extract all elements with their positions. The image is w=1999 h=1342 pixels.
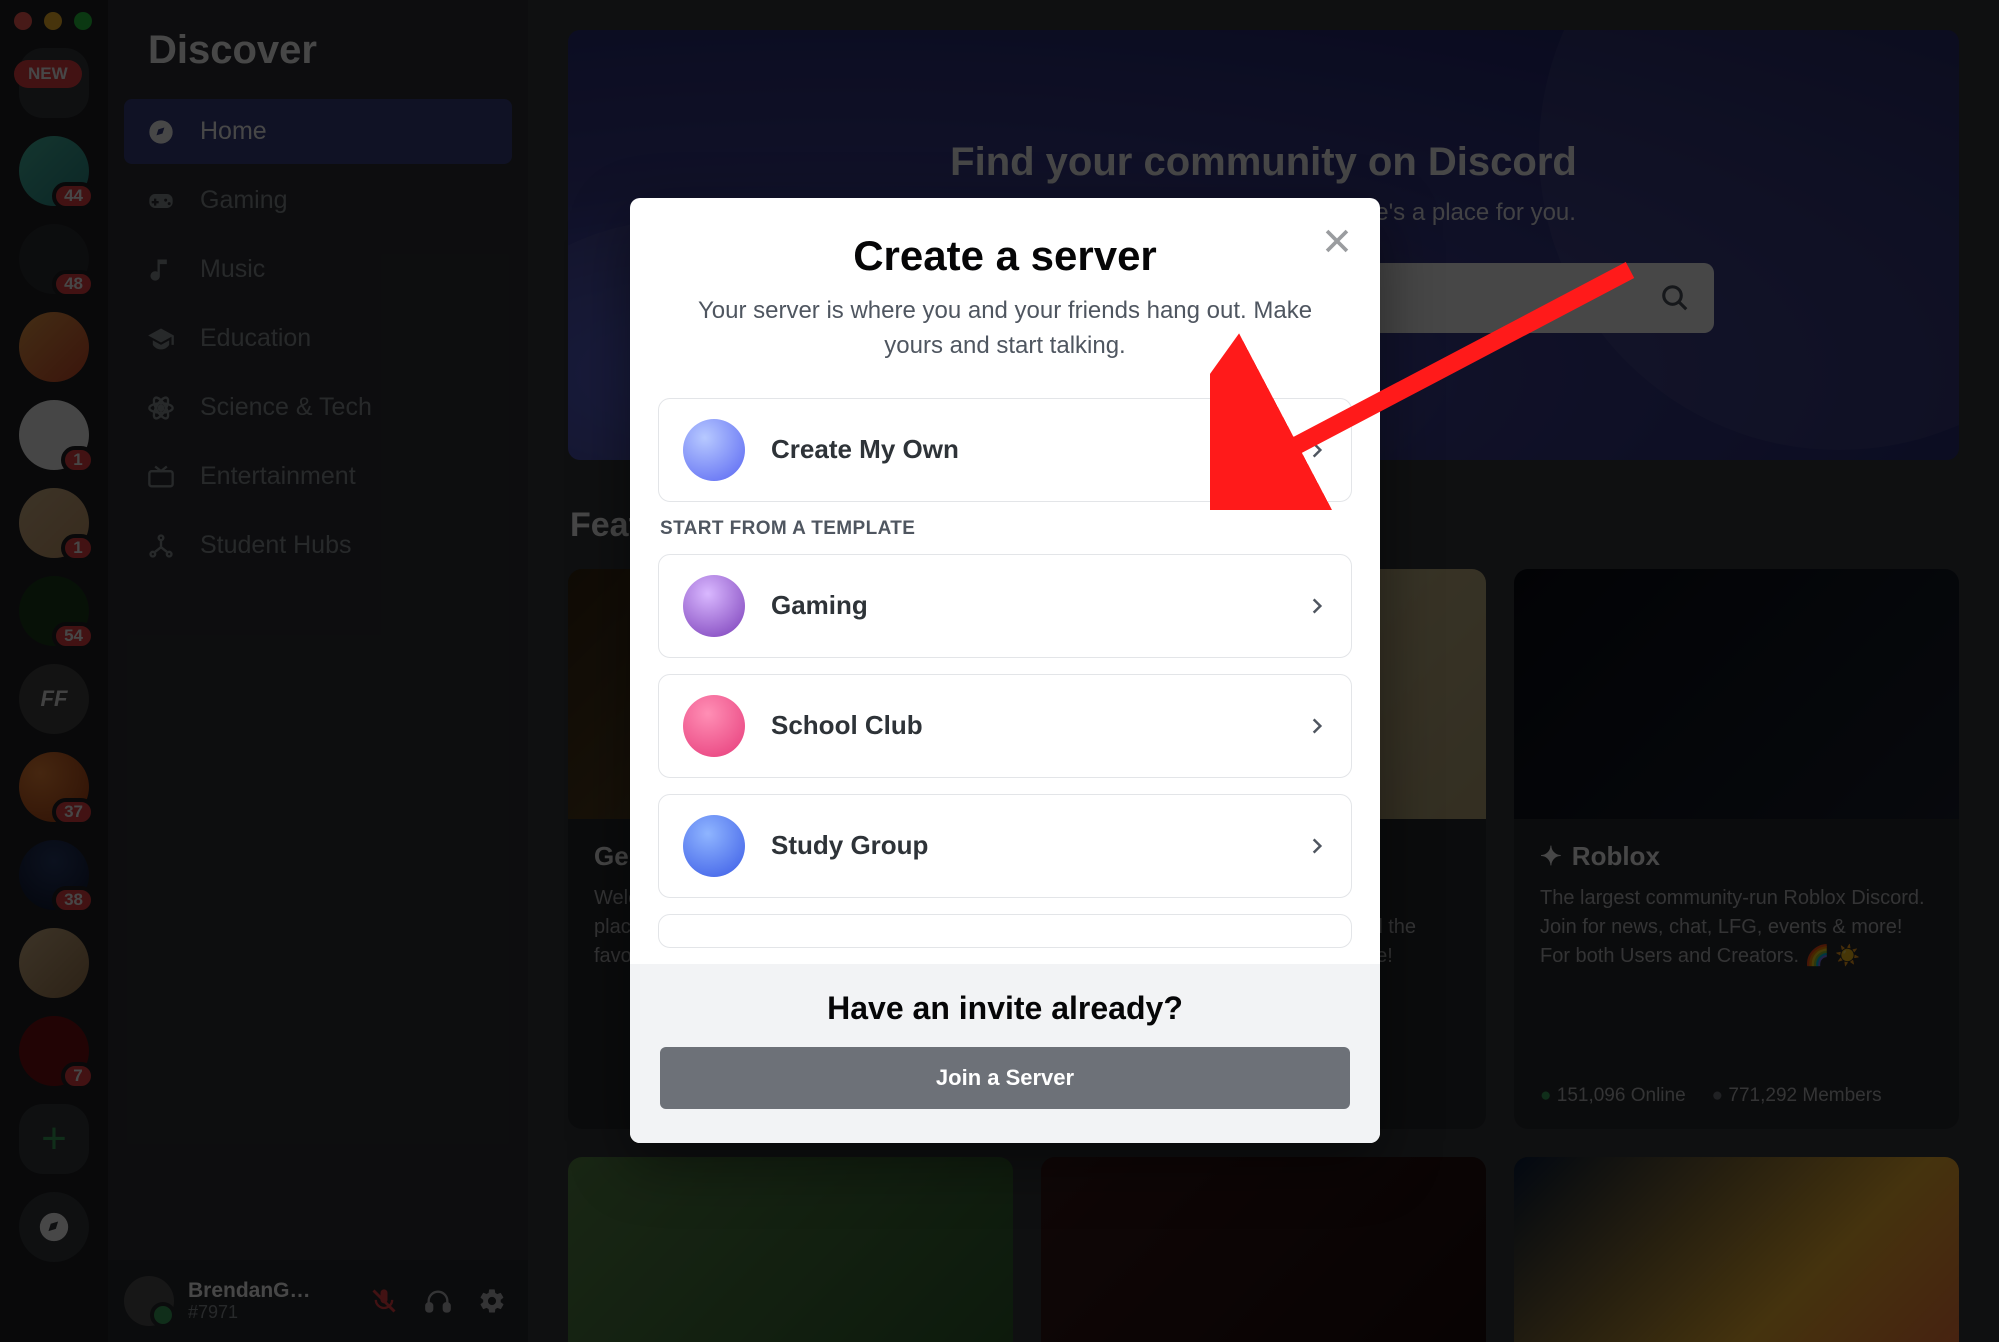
gaming-icon [683,575,745,637]
template-option-school-club[interactable]: School Club [658,674,1352,778]
modal-options-scroll[interactable]: Create My Own START FROM A TEMPLATE Gami… [630,374,1380,964]
study-icon [683,815,745,877]
invite-heading: Have an invite already? [660,990,1350,1027]
option-label: Create My Own [771,434,1281,465]
template-option-study-group[interactable]: Study Group [658,794,1352,898]
modal-title: Create a server [670,232,1340,280]
chevron-right-icon [1307,440,1327,460]
create-server-modal: Create a server Your server is where you… [630,198,1380,1143]
option-label: Gaming [771,590,1281,621]
option-label: Study Group [771,830,1281,861]
chevron-right-icon [1307,836,1327,856]
template-option-gaming[interactable]: Gaming [658,554,1352,658]
template-option-partial[interactable] [658,914,1352,948]
option-label: School Club [771,710,1281,741]
club-icon [683,695,745,757]
globe-icon [683,419,745,481]
modal-footer: Have an invite already? Join a Server [630,964,1380,1143]
close-icon [1320,224,1354,258]
chevron-right-icon [1307,716,1327,736]
chevron-right-icon [1307,596,1327,616]
modal-subtitle: Your server is where you and your friend… [670,294,1340,364]
template-heading: START FROM A TEMPLATE [660,518,1352,540]
close-modal-button[interactable] [1320,224,1354,258]
create-my-own-option[interactable]: Create My Own [658,398,1352,502]
join-server-button[interactable]: Join a Server [660,1047,1350,1109]
